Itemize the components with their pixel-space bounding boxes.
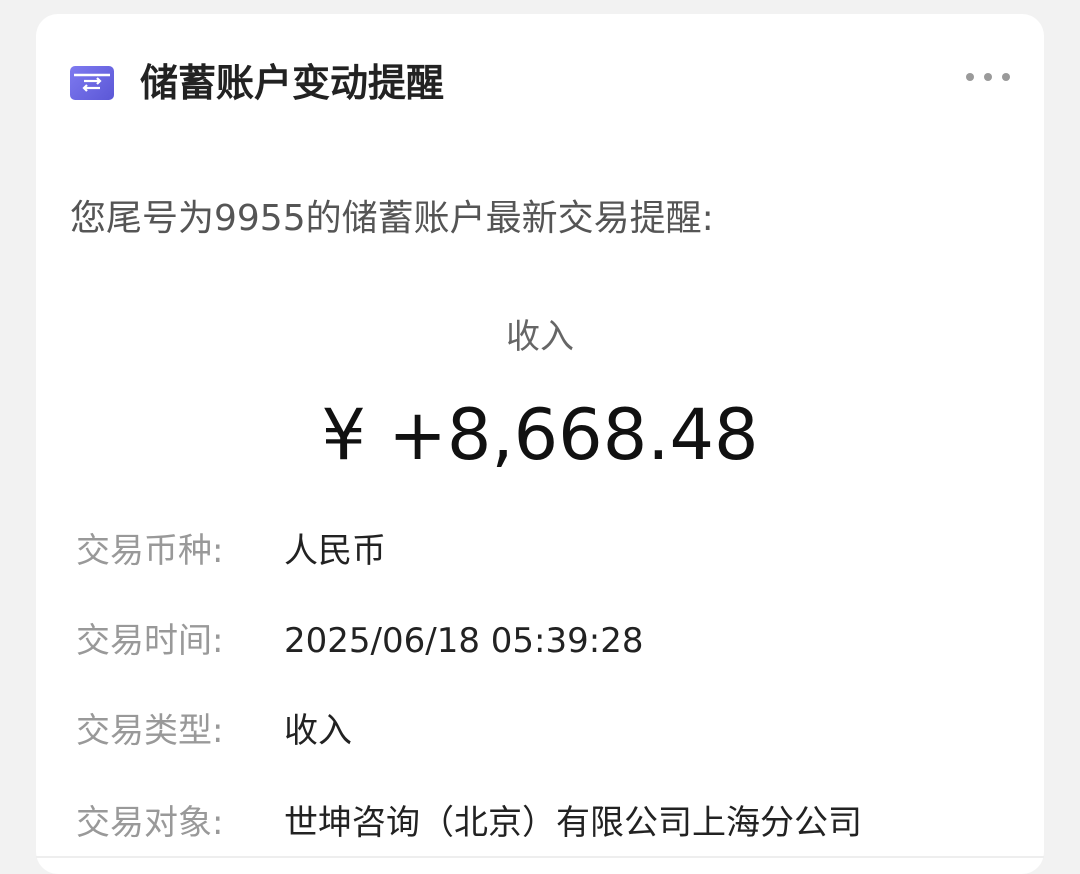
notification-card[interactable]: 储蓄账户变动提醒 您尾号为9955的储蓄账户最新交易提醒: 收入 ¥ +8,66…	[36, 14, 1044, 874]
intro-text: 您尾号为9955的储蓄账户最新交易提醒:	[70, 198, 714, 239]
detail-label: 交易对象:	[76, 803, 224, 843]
detail-label: 交易币种:	[76, 531, 224, 571]
divider	[36, 856, 1044, 858]
detail-label: 交易类型:	[76, 711, 224, 751]
more-icon-dot	[1002, 73, 1010, 81]
detail-label: 交易时间:	[76, 621, 224, 661]
transaction-amount: ¥ +8,668.48	[321, 394, 759, 476]
detail-value: 人民币	[284, 531, 386, 571]
detail-value: 2025/06/18 05:39:28	[284, 621, 644, 661]
detail-value: 世坤咨询（北京）有限公司上海分公司	[284, 803, 862, 843]
more-options-button[interactable]	[966, 64, 1010, 90]
detail-value: 收入	[284, 711, 352, 751]
card-header: 储蓄账户变动提醒	[36, 14, 1044, 154]
more-icon	[966, 73, 974, 81]
transaction-type-label: 收入	[506, 317, 574, 357]
card-title: 储蓄账户变动提醒	[140, 61, 445, 105]
transfer-icon	[70, 66, 114, 100]
more-icon-dot	[984, 73, 992, 81]
